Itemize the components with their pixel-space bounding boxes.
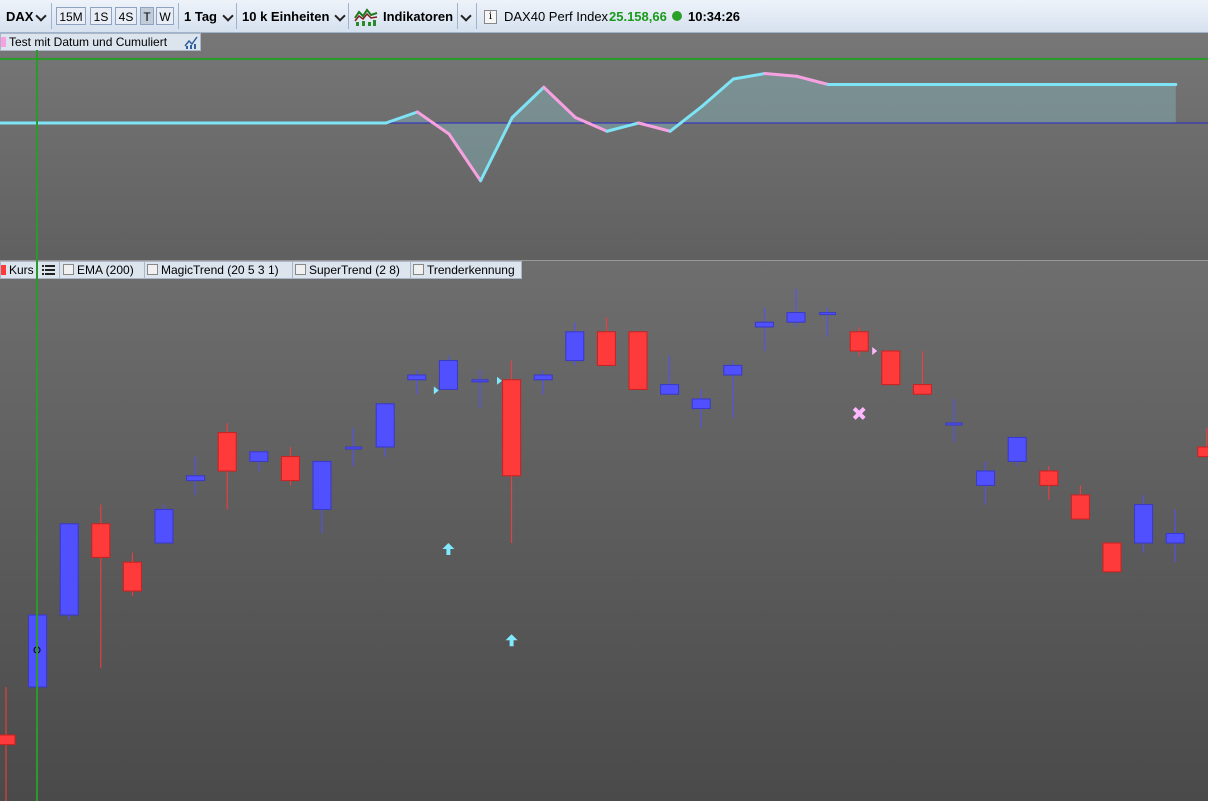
interval-t-button[interactable]: T [140,7,154,25]
indicators-chart-icon[interactable] [354,6,378,26]
checkbox[interactable] [413,264,424,275]
checkbox[interactable] [147,264,158,275]
indicator-legend[interactable]: Test mit Datum und Cumuliert [0,33,201,51]
quote-time: 10:34:26 [688,9,741,24]
crosshair-vertical-line[interactable] [36,50,38,801]
interval-w-button[interactable]: W [156,7,174,25]
supertrend-toggle[interactable]: SuperTrend (2 8) [295,262,400,278]
period-selector[interactable]: 1 Tag [184,9,217,24]
ema-200-label: EMA (200) [77,263,134,277]
chart-toolbar: DAX 15M 1S 4S T W 1 Tag 10 k Einheiten I… [0,0,1208,33]
checkbox[interactable] [295,264,306,275]
magictrend-toggle[interactable]: MagicTrend (20 5 3 1) [147,262,279,278]
kurs-color-swatch [1,265,6,275]
instrument-name: DAX40 Perf Index [504,9,609,24]
kurs-label[interactable]: Kurs [9,262,34,278]
price-legend: Kurs EMA (200) MagicTrend (20 5 3 1) Sup… [0,261,522,279]
chevron-down-icon[interactable] [334,10,346,22]
chevron-down-icon[interactable] [460,10,472,22]
trenderkennung-toggle[interactable]: Trenderkennung [413,262,515,278]
symbol-selector[interactable]: DAX [6,9,33,24]
status-icon [672,11,682,21]
supertrend-label: SuperTrend (2 8) [309,263,400,277]
series-color-swatch [1,37,6,47]
indicator-pane [0,33,1208,260]
indicators-button[interactable]: Indikatoren [383,9,453,24]
interval-4s-button[interactable]: 4S [115,7,137,25]
info-icon[interactable]: i [484,10,497,24]
trenderkennung-label: Trenderkennung [427,263,515,277]
interval-15m-button[interactable]: 15M [56,7,86,25]
indicator-legend-label: Test mit Datum und Cumuliert [9,35,168,49]
list-icon[interactable] [42,265,55,275]
chevron-down-icon[interactable] [35,10,47,22]
checkbox[interactable] [63,264,74,275]
last-price: 25.158,66 [609,9,667,24]
price-pane [0,261,1208,801]
indicator-chart-icon[interactable] [184,35,199,49]
units-selector[interactable]: 10 k Einheiten [242,9,329,24]
ema-200-toggle[interactable]: EMA (200) [63,262,134,278]
chevron-down-icon[interactable] [222,10,234,22]
magictrend-label: MagicTrend (20 5 3 1) [161,263,279,277]
interval-1s-button[interactable]: 1S [90,7,112,25]
